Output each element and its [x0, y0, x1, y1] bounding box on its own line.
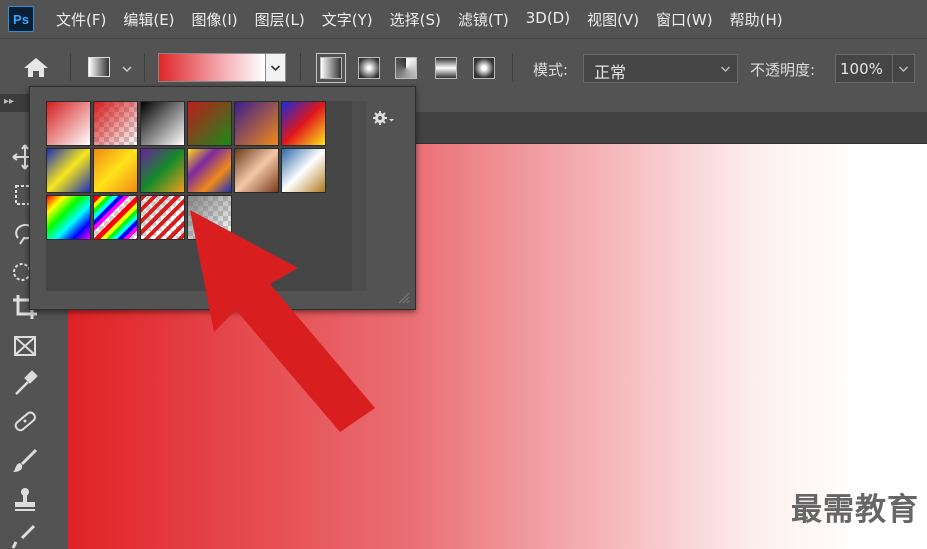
gradient-preset-foreground-to-background[interactable] [46, 101, 91, 146]
mode-value: 正常 [594, 63, 627, 82]
chevron-down-icon[interactable] [122, 64, 132, 74]
divider [300, 53, 301, 81]
gradient-preset-red-green[interactable] [187, 101, 232, 146]
frame-icon[interactable] [10, 330, 40, 360]
history-brush-icon[interactable] [10, 522, 40, 549]
menu-help[interactable]: 帮助(H) [730, 9, 783, 30]
gradient-preset-violet-orange[interactable] [234, 101, 279, 146]
watermark: 最需教育 [791, 492, 919, 528]
gradient-preset-foreground-to-transparent[interactable] [93, 101, 138, 146]
photoshop-logo-icon[interactable]: Ps [8, 6, 34, 32]
mode-label: 模式: [533, 61, 569, 79]
divider [512, 53, 513, 81]
gradient-preset-yellow-violet-orange-blue[interactable] [187, 148, 232, 193]
gear-icon[interactable] [372, 109, 396, 127]
eyedropper-icon[interactable] [10, 368, 40, 398]
healing-brush-icon[interactable] [10, 406, 40, 436]
gradient-preview-bar[interactable] [158, 53, 266, 82]
angle-gradient-button[interactable] [395, 57, 417, 79]
brush-icon[interactable] [10, 446, 40, 476]
menu-items: 文件(F) 编辑(E) 图像(I) 图层(L) 文字(Y) 选择(S) 滤镜(T… [56, 9, 800, 30]
home-icon[interactable] [22, 56, 50, 78]
radial-gradient-button[interactable] [358, 57, 380, 79]
gradient-preset-transparent-rainbow[interactable] [93, 195, 138, 240]
annotation-arrow-icon [190, 210, 375, 432]
gradient-preset-copper[interactable] [234, 148, 279, 193]
menu-file[interactable]: 文件(F) [56, 9, 106, 30]
reflected-gradient-button[interactable] [435, 57, 457, 79]
menu-type[interactable]: 文字(Y) [322, 9, 373, 30]
gradient-tool-preset-icon[interactable] [88, 57, 110, 77]
opacity-dropdown-button[interactable] [893, 54, 915, 83]
gradient-dropdown-button[interactable] [266, 53, 286, 82]
menu-bar: Ps 文件(F) 编辑(E) 图像(I) 图层(L) 文字(Y) 选择(S) 滤… [0, 0, 927, 38]
gradient-preset-orange-yellow-orange[interactable] [93, 148, 138, 193]
menu-view[interactable]: 视图(V) [587, 9, 639, 30]
gradient-preset-blue-yellow-blue[interactable] [46, 148, 91, 193]
divider [144, 53, 145, 81]
opacity-label: 不透明度: [750, 61, 816, 79]
mode-select[interactable]: 正常 [583, 54, 738, 83]
clone-stamp-icon[interactable] [10, 484, 40, 514]
linear-gradient-button[interactable] [316, 53, 346, 83]
menu-edit[interactable]: 编辑(E) [123, 9, 174, 30]
gradient-preset-violet-green-orange[interactable] [140, 148, 185, 193]
gradient-preset-chrome[interactable] [281, 148, 326, 193]
chevron-down-icon [898, 66, 909, 73]
chevron-down-icon [270, 65, 281, 72]
gradient-preset-black-white[interactable] [140, 101, 185, 146]
menu-filter[interactable]: 滤镜(T) [458, 9, 509, 30]
menu-image[interactable]: 图像(I) [192, 9, 238, 30]
menu-layer[interactable]: 图层(L) [255, 9, 305, 30]
menu-window[interactable]: 窗口(W) [656, 9, 713, 30]
gradient-preset-blue-red-yellow[interactable] [281, 101, 326, 146]
divider [70, 53, 71, 81]
gradient-preset-spectrum[interactable] [46, 195, 91, 240]
diamond-gradient-button[interactable] [473, 57, 495, 79]
menu-3d[interactable]: 3D(D) [526, 9, 570, 30]
chevron-down-icon [720, 66, 731, 73]
opacity-input[interactable]: 100% [835, 54, 893, 83]
menu-select[interactable]: 选择(S) [390, 9, 441, 30]
